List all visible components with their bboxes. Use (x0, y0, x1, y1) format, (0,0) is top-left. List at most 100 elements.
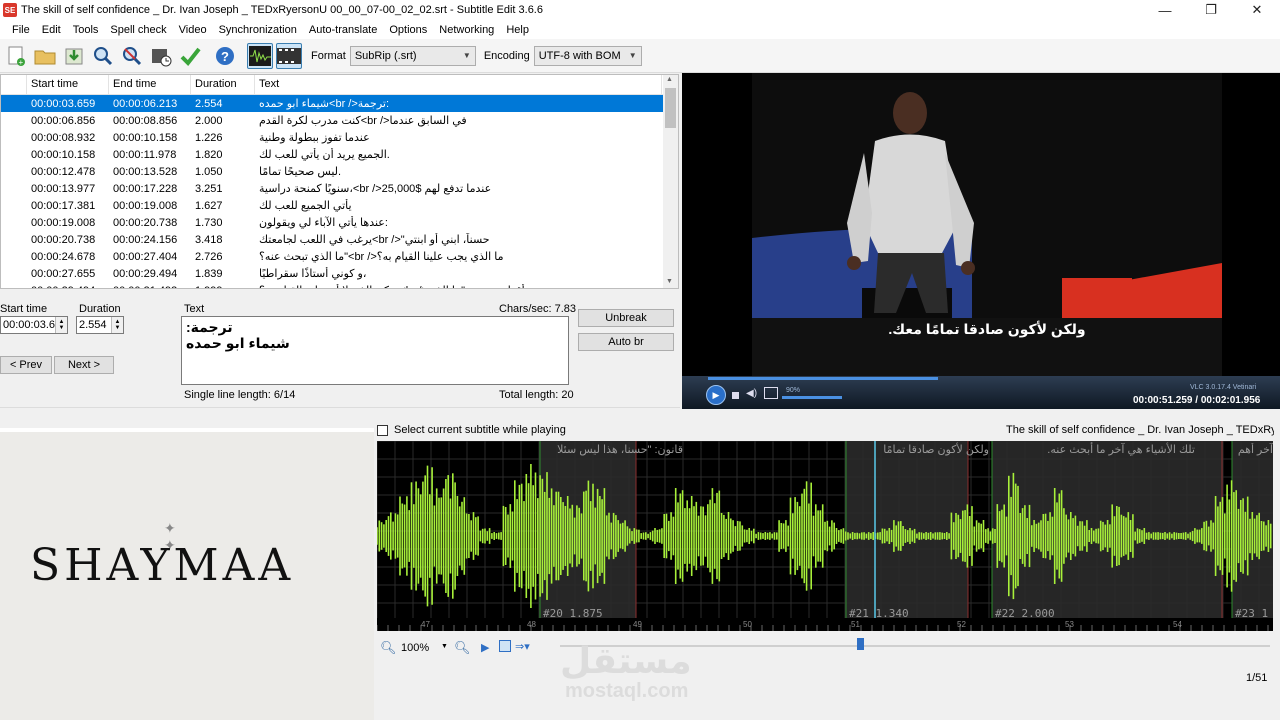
unbreak-button[interactable]: Unbreak (578, 309, 674, 327)
window-title: The skill of self confidence _ Dr. Ivan … (21, 4, 543, 16)
maximize-button[interactable]: ❐ (1188, 0, 1234, 20)
table-row[interactable]: 00:00:06.856 00:00:08.856 2.000 كنت مدرب لك… (1, 112, 678, 129)
grid-header-start[interactable]: Start time (27, 75, 109, 94)
format-select[interactable]: SubRip (.srt) ▼ (349, 45, 476, 66)
help-icon[interactable]: ? (212, 43, 238, 69)
table-row[interactable]: 00:00:03.659 00:00:06.213 2.554 شيماء ابو ح… (1, 95, 678, 112)
table-row[interactable]: 00:00:12.478 00:00:13.528 1.050 ليس صحيحًا … (1, 163, 678, 180)
volume-slider[interactable] (782, 396, 842, 399)
chevron-down-icon[interactable]: ▼ (441, 643, 448, 650)
waveform-paragraph-text: قانون: "حسنا، هذا ليس سئلا (557, 444, 683, 456)
play-next-icon[interactable]: ⇒▾ (515, 640, 530, 653)
slider-thumb[interactable] (857, 638, 864, 650)
audio-waveform[interactable]: قانون: "حسنا، هذا ليس سئلا ولكن لأكون صا… (377, 441, 1273, 631)
new-file-icon[interactable]: + (3, 43, 29, 69)
close-button[interactable]: ✕ (1234, 0, 1280, 20)
end-time-cell: 00:00:24.156 (113, 233, 178, 246)
menu-options[interactable]: Options (383, 24, 433, 36)
waveform-paragraph-text: آخر أهم (1237, 444, 1273, 456)
vlc-version: VLC 3.0.17.4 Vetinari (1190, 384, 1257, 391)
start-time-cell: 00:00:29.494 (27, 285, 109, 289)
select-region-icon[interactable] (499, 640, 511, 652)
encoding-value: UTF-8 with BOM (538, 49, 621, 62)
minimize-button[interactable]: — (1142, 0, 1188, 20)
text-line-2: شيماء ابو حمده (186, 335, 290, 351)
video-progress[interactable] (708, 377, 938, 380)
menu-tools[interactable]: Tools (67, 24, 105, 36)
zoom-out-icon[interactable]: 🔍︎ (380, 640, 397, 656)
text-cell: ليس صحيحًا تمامًا. (259, 166, 342, 178)
replace-icon[interactable] (119, 43, 145, 69)
time-ruler (377, 618, 1273, 631)
duration-spinner-icon[interactable]: ▲ ▼ (111, 317, 123, 333)
menu-networking[interactable]: Networking (433, 24, 500, 36)
brand-panel: ✦ ✦ SHAYMAA (0, 428, 374, 720)
end-time-cell: 00:00:13.528 (113, 165, 178, 178)
zoom-value[interactable]: 100% (401, 642, 429, 654)
menu-auto-translate[interactable]: Auto-translate (303, 24, 383, 36)
menu-file[interactable]: File (6, 24, 36, 36)
menu-edit[interactable]: Edit (36, 24, 67, 36)
svg-text:?: ? (221, 49, 229, 64)
start-time-cell: 00:00:19.008 (31, 216, 96, 229)
visual-sync-icon[interactable] (148, 43, 174, 69)
grid-header-duration[interactable]: Duration (191, 75, 255, 94)
menu-spell-check[interactable]: Spell check (104, 24, 172, 36)
volume-icon[interactable]: ◀) (746, 388, 757, 399)
auto-br-button[interactable]: Auto br (578, 333, 674, 351)
time-tick: 47 (421, 620, 430, 629)
table-row[interactable]: 00:00:17.381 00:00:19.008 1.627 يأتي الجميع… (1, 197, 678, 214)
find-icon[interactable] (90, 43, 116, 69)
text-cell: يأتي الجميع للعب لك (259, 200, 352, 212)
menu-video[interactable]: Video (173, 24, 213, 36)
text-cell: عندما تفوز ببطولة وطنية (259, 132, 370, 144)
table-row[interactable]: 00:00:20.738 00:00:24.156 3.418 يرغب في الل… (1, 231, 678, 248)
subtitle-grid[interactable]: Start time End time Duration Text 00:00:… (0, 74, 679, 289)
table-row[interactable]: 00:00:13.977 00:00:17.228 3.251 سنويًا كمنح… (1, 180, 678, 197)
video-frame (752, 73, 1222, 376)
text-cell: و كوني أستاذًا سقراطيًا، (259, 268, 367, 280)
table-row[interactable]: 00:00:19.008 00:00:20.738 1.730 عندها يأتي … (1, 214, 678, 231)
scroll-up-icon[interactable]: ▲ (666, 76, 673, 83)
table-row[interactable]: 00:00:24.678 00:00:27.404 2.726 ما الذي تبح… (1, 248, 678, 265)
scroll-down-icon[interactable]: ▼ (666, 278, 673, 285)
table-row[interactable]: 00:00:10.158 00:00:11.978 1.820 الجميع يريد… (1, 146, 678, 163)
grid-header-end[interactable]: End time (109, 75, 191, 94)
play-icon[interactable]: ▶ (481, 641, 489, 654)
download-icon[interactable] (61, 43, 87, 69)
start-time-input[interactable]: 00:00:03.659 ▲ ▼ (0, 316, 68, 334)
menu-help[interactable]: Help (500, 24, 535, 36)
grid-header-text[interactable]: Text (255, 75, 662, 94)
video-toggle-icon[interactable] (276, 42, 302, 69)
fullscreen-icon[interactable] (764, 387, 778, 399)
encoding-label: Encoding (483, 49, 530, 62)
menu-synchronization[interactable]: Synchronization (213, 24, 303, 36)
end-time-cell: 00:00:08.856 (113, 114, 178, 127)
play-icon[interactable]: ▶ (706, 385, 726, 405)
stop-icon[interactable] (732, 392, 739, 399)
open-folder-icon[interactable] (32, 43, 58, 69)
brand-top-strip (0, 428, 374, 432)
video-player[interactable]: ولكن لأكون صادقا تمامًا معك. ▶ ◀) 90% VL… (682, 73, 1280, 409)
duration-input[interactable]: 2.554 ▲ ▼ (76, 316, 124, 334)
start-time-cell: 00:00:06.856 (31, 114, 96, 127)
waveform-toggle-icon[interactable] (247, 42, 273, 69)
zoom-in-icon[interactable]: 🔍︎ (454, 640, 471, 656)
grid-scrollbar-thumb[interactable] (665, 88, 676, 128)
subtitle-text-area[interactable]: ترجمة: شيماء ابو حمده (181, 316, 569, 385)
select-current-checkbox[interactable] (377, 425, 388, 436)
select-current-label: Select current subtitle while playing (394, 424, 566, 436)
start-time-spinner-icon[interactable]: ▲ ▼ (55, 317, 67, 333)
time-tick: 54 (1173, 620, 1182, 629)
start-time-cell: 00:00:24.678 (31, 250, 96, 263)
table-row[interactable]: 00:00:08.932 00:00:10.158 1.226 عندما تفوز … (1, 129, 678, 146)
table-row[interactable]: 00:00:29.49400:00:31.4931.999يمكن الذي ل… (1, 282, 678, 289)
encoding-select[interactable]: UTF-8 with BOM ▼ (533, 45, 642, 66)
next-button[interactable]: Next > (54, 356, 114, 374)
spell-check-icon[interactable] (177, 43, 203, 69)
total-length: Total length: 20 (499, 389, 574, 401)
toolbar: + ? Format SubRip (.srt) ▼ Encoding UTF-… (0, 39, 1280, 73)
table-row[interactable]: 00:00:27.655 00:00:29.494 1.839 و كوني أستا… (1, 265, 678, 282)
prev-button[interactable]: < Prev (0, 356, 52, 374)
start-time-cell: 00:00:08.932 (31, 131, 96, 144)
